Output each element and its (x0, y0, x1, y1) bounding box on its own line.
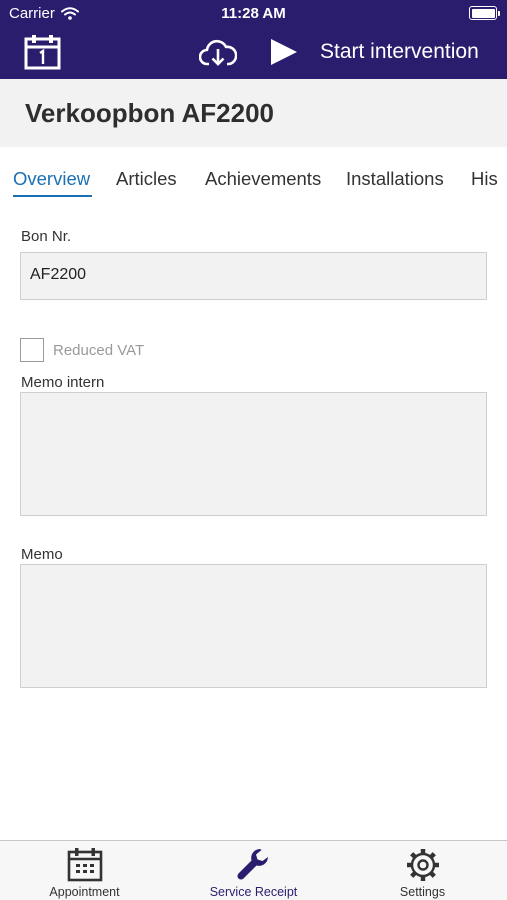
status-bar: Carrier 11:28 AM (0, 0, 507, 28)
top-navigation-bar: Carrier 11:28 AM Start intervention (0, 0, 507, 79)
wrench-icon (237, 849, 268, 880)
cloud-download-icon[interactable] (199, 37, 237, 67)
tab-articles[interactable]: Articles (116, 168, 177, 190)
reduced-vat-label: Reduced VAT (53, 342, 145, 359)
clock: 11:28 AM (221, 5, 286, 22)
tab-achievements[interactable]: Achievements (205, 168, 321, 190)
tab-installations[interactable]: Installations (346, 168, 444, 190)
tabbar-label-appointment: Appointment (49, 885, 120, 899)
bottom-tab-bar: Appointment Service Receipt Settings (0, 840, 507, 900)
tab-overview[interactable]: Overview (13, 168, 90, 190)
memo-label: Memo (21, 546, 63, 563)
calendar-icon[interactable] (24, 34, 61, 70)
bon-nr-value: AF2200 (30, 266, 87, 283)
play-icon[interactable] (270, 39, 298, 65)
tabbar-label-settings: Settings (399, 885, 446, 899)
tabbar-item-settings[interactable]: Settings (338, 841, 507, 900)
start-intervention-button[interactable]: Start intervention (320, 40, 479, 64)
battery-icon (469, 6, 500, 20)
tabbar-item-appointment[interactable]: Appointment (0, 841, 169, 900)
tabbar-item-service-receipt[interactable]: Service Receipt (169, 841, 338, 900)
memo-field[interactable] (20, 564, 487, 688)
gear-icon (407, 849, 439, 881)
page-title: Verkoopbon AF2200 (25, 98, 274, 128)
memo-intern-field[interactable] (20, 392, 487, 516)
reduced-vat-checkbox[interactable] (20, 338, 44, 362)
tab-strip: Overview Articles Achievements Installat… (0, 147, 507, 207)
active-tab-indicator (13, 195, 92, 197)
memo-intern-label: Memo intern (21, 374, 105, 391)
calendar-icon (67, 848, 103, 882)
tab-history[interactable]: His (471, 168, 498, 190)
bon-nr-label: Bon Nr. (21, 228, 72, 245)
tabbar-label-service-receipt: Service Receipt (209, 885, 298, 899)
bon-nr-field[interactable]: AF2200 (20, 252, 487, 300)
